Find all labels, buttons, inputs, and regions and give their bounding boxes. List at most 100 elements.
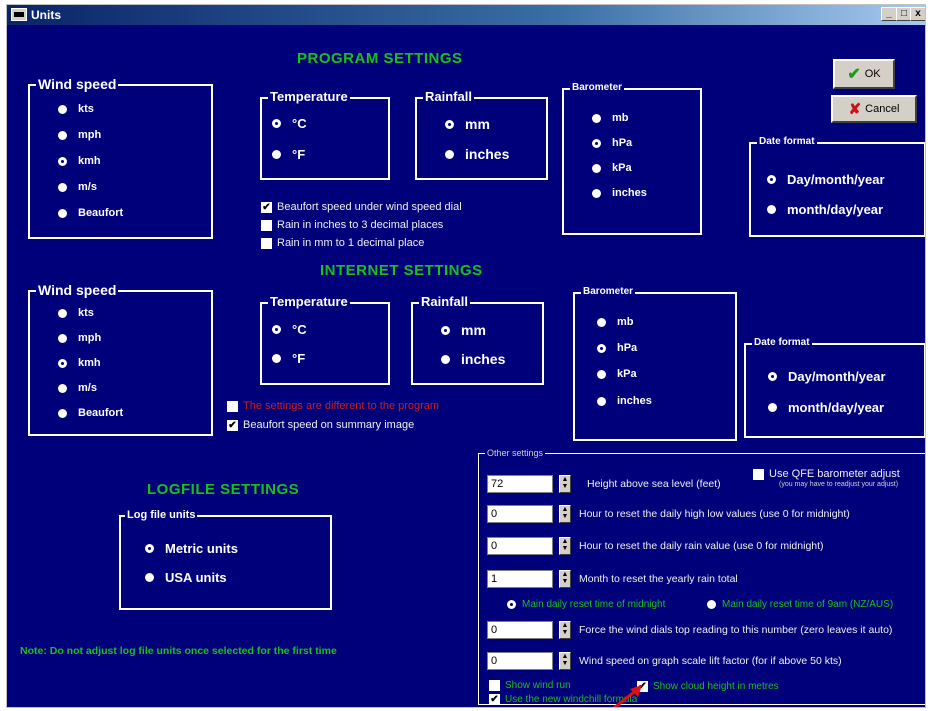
logfile-metric[interactable]: Metric units	[145, 541, 238, 556]
radio-selected-icon	[145, 544, 154, 553]
option-label: mm	[461, 322, 486, 338]
program-wind-kts[interactable]: kts	[58, 103, 94, 115]
internet-baro-kpa[interactable]: kPa	[597, 368, 637, 380]
logfile-usa[interactable]: USA units	[145, 570, 227, 585]
wind-scale-input[interactable]: 0	[487, 652, 553, 670]
internet-date-mdy[interactable]: month/day/year	[768, 400, 884, 415]
program-wind-ms[interactable]: m/s	[58, 181, 97, 193]
wind-scale-spinner[interactable]: 0 ▲ ▼ Wind speed on graph scale lift fact…	[487, 651, 842, 671]
internet-baro-mb[interactable]: mb	[597, 316, 634, 328]
program-baro-kpa[interactable]: kPa	[592, 162, 632, 174]
internet-rain-mm[interactable]: mm	[441, 322, 486, 338]
reset-9am-radio[interactable]: Main daily reset time of 9am (NZ/AUS)	[707, 599, 893, 610]
spinner-arrows-icon[interactable]: ▲ ▼	[559, 652, 571, 670]
option-label: mb	[612, 112, 629, 124]
program-wind-mph[interactable]: mph	[58, 129, 101, 141]
cancel-x-icon: ✘	[848, 101, 862, 118]
radio-icon	[768, 403, 777, 412]
check-label: Beaufort speed under wind speed dial	[277, 201, 462, 213]
internet-rainfall-group: Rainfall mm inches	[411, 294, 544, 385]
internet-barometer-title: Barometer	[581, 286, 636, 297]
internet-wind-group: Wind speed kts mph kmh m/s Beaufort	[28, 282, 213, 436]
option-label: hPa	[612, 137, 633, 149]
spinner-arrows-icon[interactable]: ▲ ▼	[559, 570, 571, 588]
radio-icon	[58, 308, 67, 318]
ok-button[interactable]: ✔ OK	[833, 59, 895, 89]
internet-temp-c[interactable]: °C	[272, 322, 307, 337]
check-label: Rain in mm to 1 decimal place	[277, 237, 425, 249]
internet-barometer-group: Barometer mb hPa kPa inches	[573, 286, 737, 441]
reset-highlow-spinner[interactable]: 0 ▲ ▼ Hour to reset the daily high low va…	[487, 504, 850, 524]
internet-rain-inches[interactable]: inches	[441, 351, 505, 367]
spinner-arrows-icon[interactable]: ▲ ▼	[559, 537, 571, 555]
reset-highlow-label: Hour to reset the daily high low values …	[579, 508, 850, 520]
checkbox-icon	[753, 468, 764, 480]
program-wind-kmh[interactable]: kmh	[58, 155, 101, 167]
checkbox-checked-icon: ✔	[227, 419, 238, 431]
radio-selected-icon	[445, 119, 454, 129]
internet-wind-kmh[interactable]: kmh	[58, 357, 101, 369]
spinner-arrows-icon[interactable]: ▲ ▼	[559, 505, 571, 523]
qfe-checkbox[interactable]: Use QFE barometer adjust	[753, 468, 900, 480]
internet-date-dmy[interactable]: Day/month/year	[768, 369, 886, 384]
show-wind-run-checkbox[interactable]: Show wind run	[489, 680, 571, 691]
program-temp-c[interactable]: °C	[272, 116, 307, 131]
option-label: kPa	[612, 162, 632, 174]
program-rain-mm[interactable]: mm	[445, 116, 490, 132]
cloud-height-checkbox[interactable]: ✔ Show cloud height in metres	[637, 681, 779, 692]
reset-yearly-spinner[interactable]: 1 ▲ ▼ Month to reset the yearly rain tota…	[487, 569, 738, 589]
internet-baro-hpa[interactable]: hPa	[597, 342, 637, 354]
reset-midnight-radio[interactable]: Main daily reset time of midnight	[507, 599, 665, 610]
program-check-rain-inches[interactable]: Rain in inches to 3 decimal places	[261, 219, 443, 231]
spinner-arrows-icon[interactable]: ▲ ▼	[559, 621, 571, 639]
height-spinner[interactable]: 72 ▲ ▼ Height above sea level (feet)	[487, 474, 721, 494]
radio-selected-icon	[58, 156, 67, 166]
checkbox-icon	[261, 219, 272, 231]
internet-temp-f[interactable]: °F	[272, 351, 305, 366]
program-check-beaufort-dial[interactable]: ✔ Beaufort speed under wind speed dial	[261, 201, 462, 213]
other-settings-group: Other settings 72 ▲ ▼ Height above sea le…	[478, 448, 925, 705]
radio-icon	[767, 205, 776, 214]
program-baro-mb[interactable]: mb	[592, 112, 629, 124]
radio-icon	[272, 150, 281, 159]
program-temperature-title: Temperature	[268, 89, 350, 104]
reset-rain-input[interactable]: 0	[487, 537, 553, 555]
program-baro-hpa[interactable]: hPa	[592, 137, 632, 149]
option-label: Day/month/year	[787, 172, 885, 187]
cancel-button[interactable]: ✘ Cancel	[831, 95, 917, 123]
wind-dial-spinner[interactable]: 0 ▲ ▼ Force the wind dials top reading to…	[487, 620, 892, 640]
option-label: m/s	[78, 382, 97, 394]
close-button[interactable]: x	[910, 7, 925, 21]
check-label: Show wind run	[505, 680, 571, 691]
reset-yearly-input[interactable]: 1	[487, 570, 553, 588]
internet-wind-mph[interactable]: mph	[58, 332, 101, 344]
height-input[interactable]: 72	[487, 475, 553, 493]
program-date-mdy[interactable]: month/day/year	[767, 202, 883, 217]
option-label: month/day/year	[787, 202, 884, 217]
reset-highlow-input[interactable]: 0	[487, 505, 553, 523]
internet-wind-beaufort[interactable]: Beaufort	[58, 407, 123, 419]
radio-selected-icon	[768, 372, 777, 381]
program-wind-group: Wind speed kts mph kmh m/s Beaufort	[28, 76, 213, 239]
program-date-dmy[interactable]: Day/month/year	[767, 172, 885, 187]
radio-icon	[597, 369, 606, 379]
internet-temperature-title: Temperature	[268, 294, 350, 309]
reset-rain-spinner[interactable]: 0 ▲ ▼ Hour to reset the daily rain value …	[487, 536, 824, 556]
radio-icon	[58, 182, 67, 192]
internet-baro-inches[interactable]: inches	[597, 395, 652, 407]
minimize-button[interactable]: _	[881, 7, 897, 21]
internet-check-beaufort-summary[interactable]: ✔ Beaufort speed on summary image	[227, 419, 414, 431]
program-wind-beaufort[interactable]: Beaufort	[58, 207, 123, 219]
internet-wind-ms[interactable]: m/s	[58, 382, 97, 394]
spinner-arrows-icon[interactable]: ▲ ▼	[559, 475, 571, 493]
radio-icon	[58, 104, 67, 114]
program-temp-f[interactable]: °F	[272, 147, 305, 162]
program-rain-inches[interactable]: inches	[445, 146, 509, 162]
program-check-rain-mm[interactable]: Rain in mm to 1 decimal place	[261, 237, 424, 249]
internet-wind-kts[interactable]: kts	[58, 307, 94, 319]
radio-icon	[58, 383, 67, 393]
program-baro-inches[interactable]: inches	[592, 187, 647, 199]
wind-dial-input[interactable]: 0	[487, 621, 553, 639]
radio-selected-icon	[597, 343, 606, 353]
internet-check-different[interactable]: The settings are different to the progra…	[227, 400, 439, 412]
